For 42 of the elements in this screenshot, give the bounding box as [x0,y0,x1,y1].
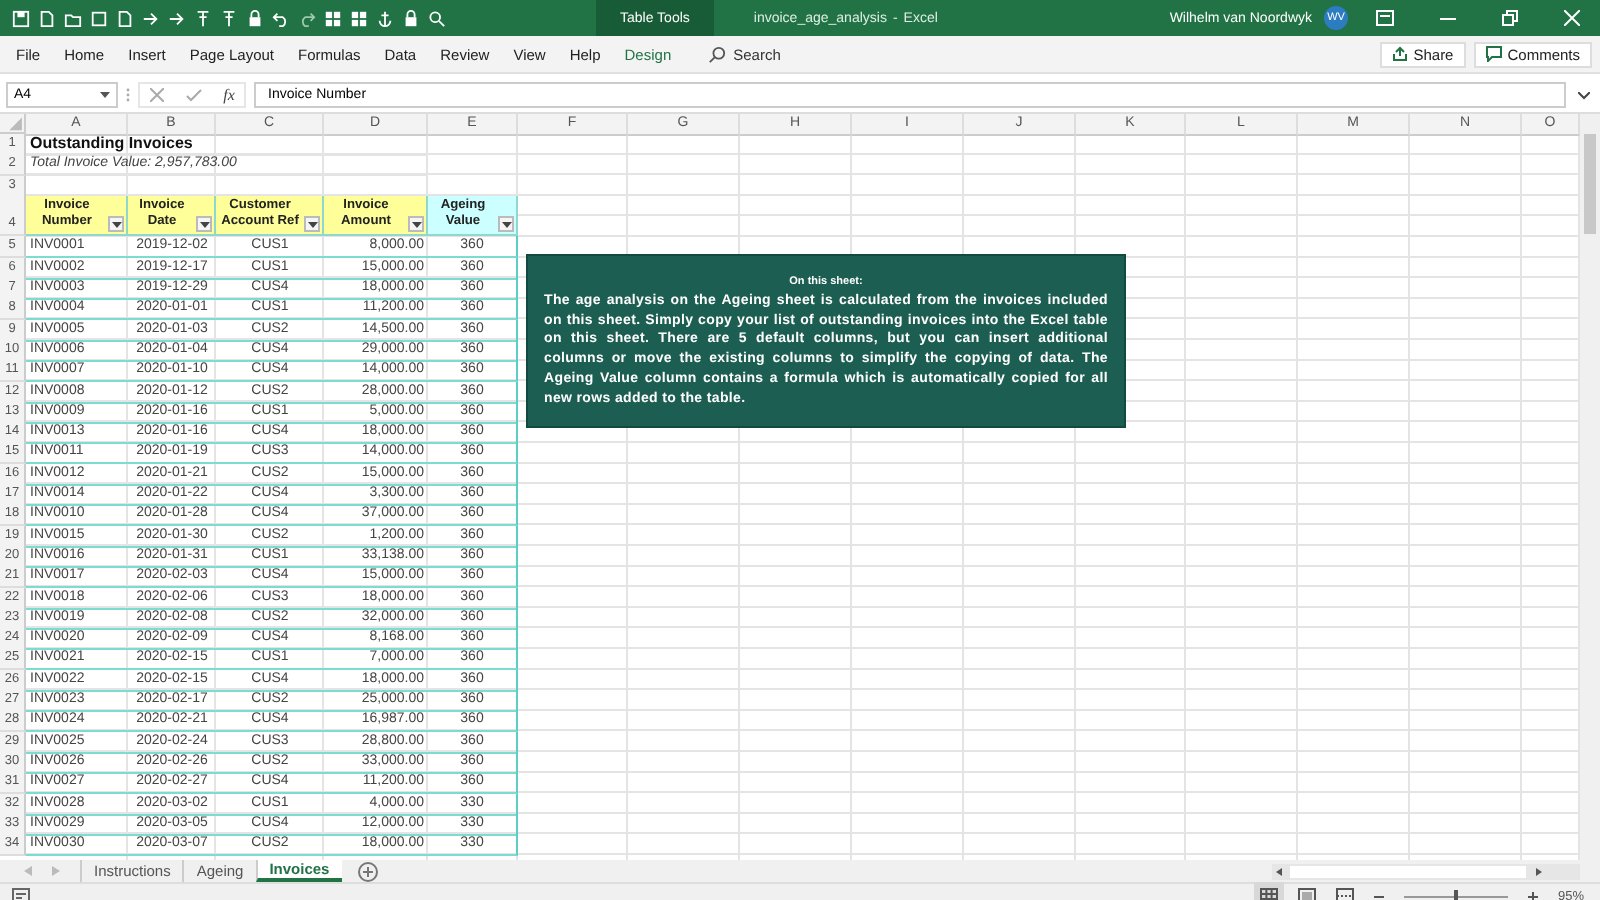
square-icon[interactable] [90,9,108,27]
grid-icon[interactable] [350,9,368,27]
sheet-title: Outstanding Invoices [26,134,428,156]
page-icon[interactable] [116,9,134,27]
page-layout-icon[interactable] [1297,888,1316,900]
insert-function-button[interactable]: fx [223,86,235,104]
lock-icon[interactable] [402,9,420,27]
undo-icon[interactable] [272,9,290,27]
search-icon[interactable] [428,9,446,27]
horizontal-scrollbar[interactable] [1272,863,1580,879]
filter-button[interactable] [408,216,424,233]
check-icon[interactable] [185,88,202,102]
filter-button[interactable] [108,216,124,233]
save-icon[interactable] [12,9,30,27]
macro-icon[interactable] [12,888,30,900]
zoom-out-icon[interactable] [1373,891,1384,900]
page-break-icon[interactable] [1335,888,1354,900]
comment-icon [1485,46,1502,62]
normal-view-icon[interactable] [1259,888,1278,900]
redo-icon[interactable] [298,9,316,27]
ribbon-display-icon[interactable] [1376,10,1394,26]
anchor-icon[interactable] [376,9,394,27]
filter-button[interactable] [498,216,514,233]
lock-icon[interactable] [246,9,264,27]
share-icon [1391,46,1408,62]
vertical-scrollbar[interactable] [1580,114,1600,860]
minimize-icon[interactable] [1440,17,1456,19]
grid-icon[interactable] [324,9,342,27]
add-sheet-icon[interactable] [357,861,378,881]
filter-button[interactable] [304,216,320,233]
expand-icon[interactable] [1578,91,1590,99]
filter-button[interactable] [196,216,212,233]
close-icon[interactable] [1564,10,1580,26]
zoom-in-icon[interactable] [1527,891,1538,900]
scroll-right-icon[interactable] [1532,867,1546,875]
arrow-icon[interactable] [142,9,160,27]
search-icon [707,45,726,63]
restore-icon[interactable] [1502,10,1518,26]
page-icon[interactable] [38,9,56,27]
folder-icon[interactable] [64,9,82,27]
arrow-icon[interactable] [168,9,186,27]
scroll-left-icon[interactable] [1272,867,1286,875]
